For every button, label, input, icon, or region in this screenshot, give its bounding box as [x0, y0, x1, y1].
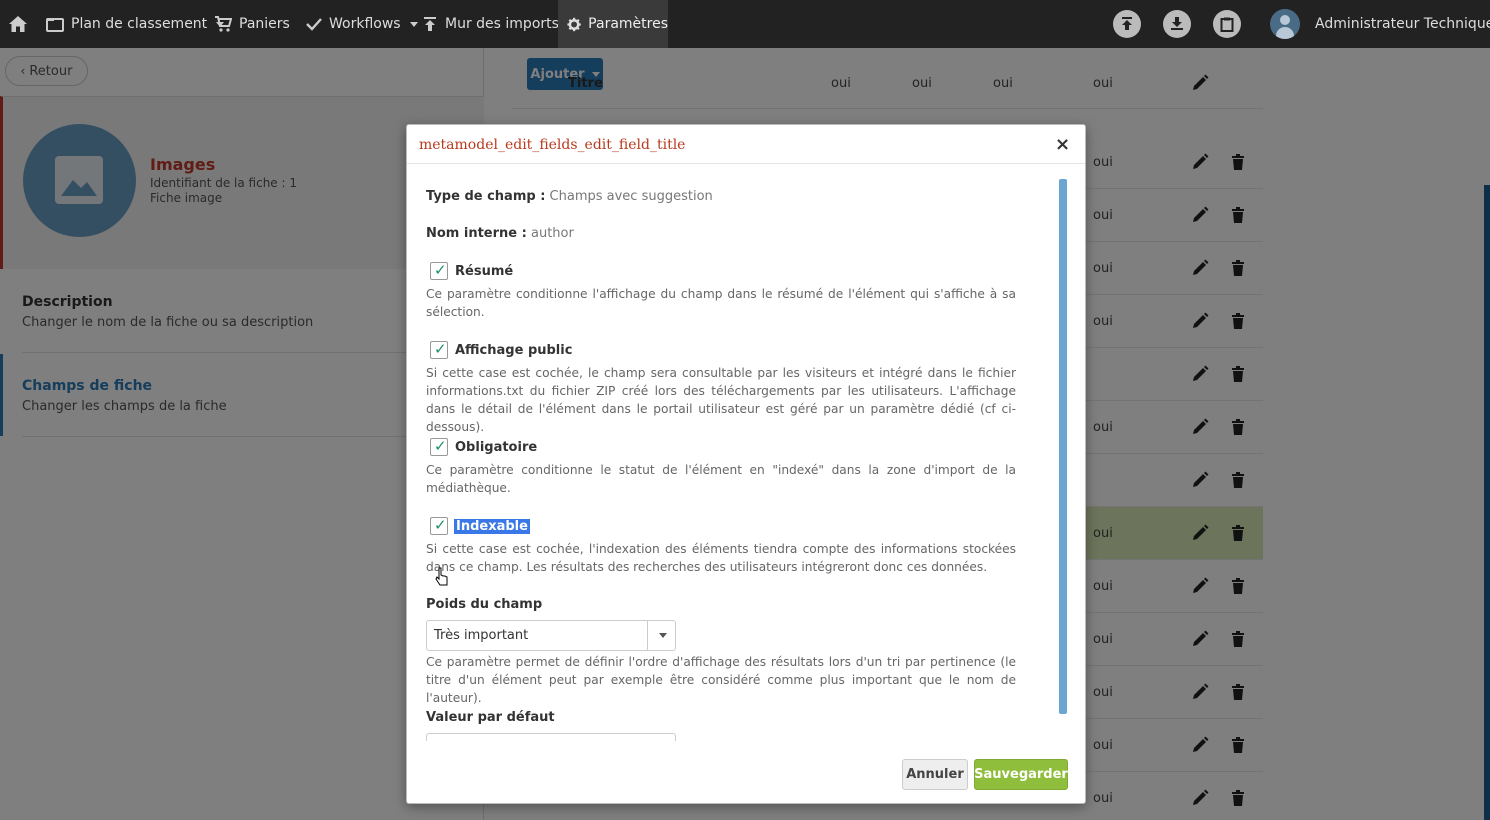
upload-button[interactable] — [1113, 10, 1141, 38]
cancel-button[interactable]: Annuler — [902, 759, 968, 790]
nav-parametres[interactable]: Paramètres — [558, 0, 668, 48]
indexable-help: Si cette case est cochée, l'indexation d… — [426, 542, 1016, 574]
chevron-down-icon — [409, 21, 418, 27]
check-icon: ✓ — [434, 516, 447, 534]
weight-label: Poids du champ — [426, 597, 543, 612]
chevron-down-icon — [647, 621, 676, 650]
nav-label: Paramètres — [588, 16, 668, 32]
nav-workflows[interactable]: Workflows — [306, 0, 418, 48]
save-button[interactable]: Sauvegarder — [974, 759, 1068, 790]
top-navbar: Plan de classement Paniers Workflows Mur… — [0, 0, 1490, 48]
cart-icon — [215, 16, 232, 32]
upload-icon — [424, 17, 436, 31]
weight-help: Ce paramètre permet de définir l'ordre d… — [426, 655, 1016, 705]
internal-name-label: Nom interne : — [426, 226, 527, 241]
nav-label: Paniers — [239, 16, 290, 32]
field-type-line: Type de champ : Champs avec suggestion — [426, 189, 713, 204]
check-icon: ✓ — [434, 261, 447, 279]
modal-title: metamodel_edit_fields_edit_field_title — [419, 137, 686, 153]
home-icon[interactable] — [8, 0, 28, 48]
edit-field-modal: metamodel_edit_fields_edit_field_title ×… — [406, 124, 1086, 804]
upload-icon — [1122, 17, 1132, 30]
required-checkbox[interactable]: ✓ — [430, 437, 448, 456]
indexable-checkbox[interactable]: ✓ — [430, 516, 448, 535]
user-avatar[interactable] — [1270, 9, 1300, 39]
check-icon — [306, 18, 322, 31]
weight-select[interactable]: Très important — [426, 620, 676, 651]
weight-value: Très important — [434, 628, 529, 643]
user-menu[interactable]: Administrateur Technique — [1315, 0, 1490, 48]
required-help: Ce paramètre conditionne le statut de l'… — [426, 463, 1016, 495]
resume-label[interactable]: Résumé — [455, 264, 513, 279]
required-label[interactable]: Obligatoire — [455, 440, 537, 455]
internal-name-line: Nom interne : author — [426, 226, 574, 241]
field-type-value: Champs avec suggestion — [549, 189, 713, 204]
modal-header: metamodel_edit_fields_edit_field_title × — [407, 125, 1085, 164]
download-icon — [1171, 17, 1183, 30]
internal-name-value: author — [530, 226, 574, 241]
default-value-input[interactable] — [426, 733, 676, 741]
hand-cursor-icon — [435, 567, 448, 586]
indexable-label[interactable]: Indexable — [454, 519, 530, 534]
default-value-label: Valeur par défaut — [426, 710, 555, 725]
modal-footer: Annuler Sauvegarder — [407, 742, 1085, 804]
nav-label: Workflows — [329, 16, 401, 32]
nav-paniers[interactable]: Paniers — [214, 0, 290, 48]
public-display-help: Si cette case est cochée, le champ sera … — [426, 366, 1016, 434]
clipboard-icon — [1220, 17, 1234, 32]
modal-body: Type de champ : Champs avec suggestion N… — [407, 165, 1085, 741]
clipboard-button[interactable] — [1213, 10, 1241, 38]
resume-help: Ce paramètre conditionne l'affichage du … — [426, 287, 1016, 319]
gear-icon — [567, 17, 581, 31]
folder-icon — [46, 17, 64, 32]
nav-mur-des-imports[interactable]: Mur des imports — [422, 0, 559, 48]
nav-label: Plan de classement — [71, 16, 208, 32]
close-icon[interactable]: × — [1055, 134, 1070, 155]
modal-scrollbar[interactable] — [1059, 179, 1067, 714]
nav-label: Mur des imports — [445, 16, 559, 32]
check-icon: ✓ — [434, 437, 447, 455]
resume-checkbox[interactable]: ✓ — [430, 261, 448, 280]
user-name: Administrateur Technique — [1315, 16, 1490, 32]
public-display-label[interactable]: Affichage public — [455, 343, 572, 358]
check-icon: ✓ — [434, 340, 447, 358]
download-button[interactable] — [1163, 10, 1191, 38]
public-display-checkbox[interactable]: ✓ — [430, 340, 448, 359]
nav-plan-de-classement[interactable]: Plan de classement — [46, 0, 225, 48]
field-type-label: Type de champ : — [426, 189, 546, 204]
